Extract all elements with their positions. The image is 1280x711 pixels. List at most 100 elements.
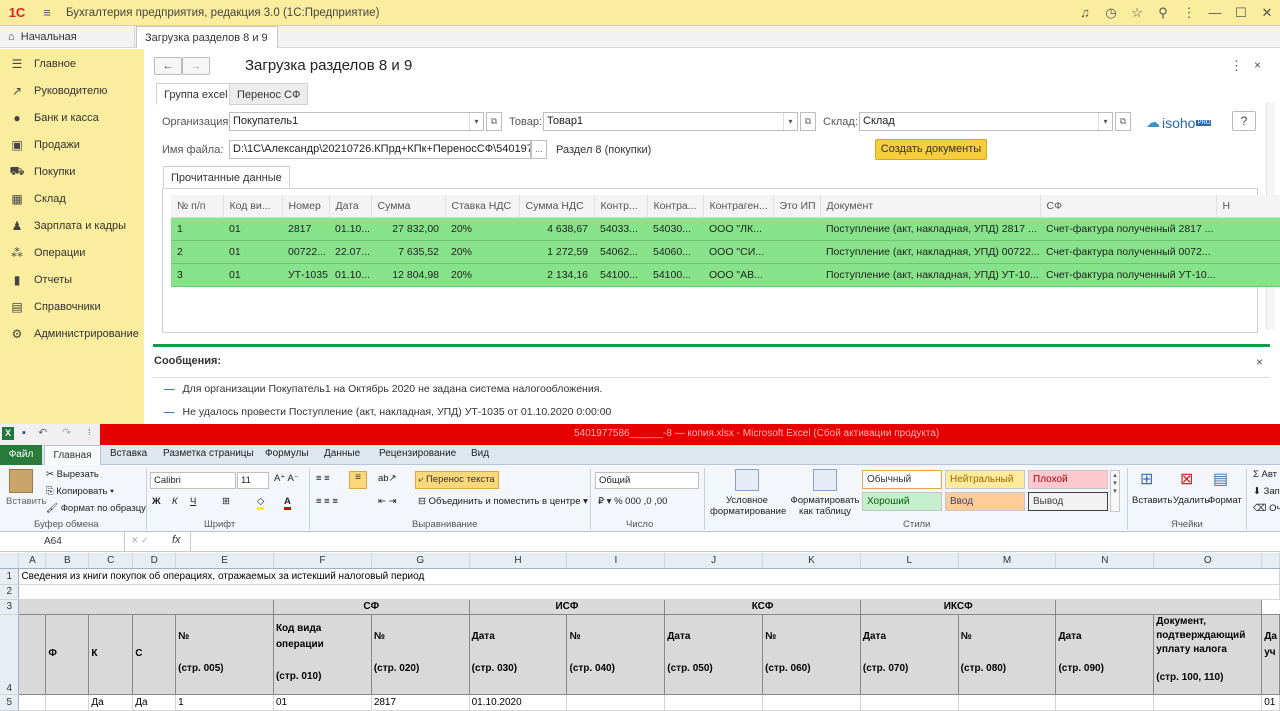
save-icon[interactable]: ▪ [22, 427, 26, 439]
select-all[interactable] [0, 553, 20, 569]
back-button[interactable]: ← [154, 57, 182, 75]
align-left-icon[interactable]: ≡ ≡ ≡ [316, 496, 338, 507]
sidebar-item-admin[interactable]: ⚙ Администрирование [0, 320, 144, 347]
cell[interactable]: 2817 [371, 694, 470, 711]
more-icon[interactable]: ⋮ [1230, 58, 1243, 74]
col-npp[interactable]: № п/п [171, 195, 224, 218]
header-070[interactable]: Дата (стр. 070) [859, 613, 959, 695]
wrap-text-button[interactable]: ⤶ Перенос текста [415, 471, 499, 489]
col-header[interactable]: F [273, 553, 372, 569]
cell[interactable] [18, 598, 274, 615]
cell[interactable] [18, 613, 47, 695]
header-020[interactable]: № (стр. 020) [370, 613, 470, 695]
col-vat-rate[interactable]: Ставка НДС [445, 195, 520, 218]
cell[interactable]: 01 [273, 694, 372, 711]
ribbon-tab-review[interactable]: Рецензирование [379, 448, 456, 459]
style-normal[interactable]: Обычный [862, 470, 942, 489]
col-ip[interactable]: Это ИП [773, 195, 821, 218]
cut-button[interactable]: ✂ Вырезать [46, 469, 99, 480]
open-icon[interactable]: ⧉ [1115, 112, 1131, 131]
cell[interactable] [1153, 694, 1263, 711]
goods-input[interactable]: Товар1 ▾ [543, 112, 798, 131]
create-documents-button[interactable]: Создать документы [875, 139, 987, 160]
ribbon-tab-layout[interactable]: Разметка страницы [163, 448, 254, 459]
format-cells-button[interactable]: Формат [1208, 495, 1242, 506]
ribbon-tab-view[interactable]: Вид [471, 448, 489, 459]
col-n[interactable]: Н [1216, 195, 1280, 218]
styles-scroll[interactable]: ▴ ▾ ▾ [1110, 470, 1120, 512]
sidebar-item-director[interactable]: ↗ Руководителю [0, 77, 144, 104]
sidebar-item-operations[interactable]: ⁂ Операции [0, 239, 144, 266]
cell[interactable] [958, 694, 1057, 711]
col-header[interactable]: K [762, 553, 861, 569]
chevron-down-icon[interactable]: ▾ [783, 113, 797, 130]
tab-read-data[interactable]: Прочитанные данные [163, 166, 290, 188]
bell-icon[interactable]: ♫ [1072, 5, 1098, 20]
cell[interactable] [1055, 694, 1155, 711]
format-painter-button[interactable]: 🖌 Формат по образцу [46, 503, 146, 514]
message-item[interactable]: — Не удалось провести Поступление (акт, н… [164, 406, 611, 418]
font-name-select[interactable]: Calibri [150, 472, 236, 489]
tab-active[interactable]: Загрузка разделов 8 и 9 × [136, 26, 278, 66]
col-header[interactable]: L [860, 553, 959, 569]
browse-button[interactable]: ... [531, 140, 547, 159]
align-bottom-icon[interactable]: ≡ [349, 471, 367, 489]
col-header[interactable]: M [958, 553, 1057, 569]
percent-icon[interactable]: ₽ ▾ % 000 ,0 ,00 [598, 496, 667, 507]
cell[interactable] [762, 694, 861, 711]
open-icon[interactable]: ⧉ [486, 112, 502, 131]
header-050[interactable]: Дата (стр. 050) [664, 613, 764, 695]
col-header[interactable]: G [371, 553, 470, 569]
open-icon[interactable]: ⧉ [800, 112, 816, 131]
fx-icon[interactable]: fx [172, 534, 181, 546]
tab-transfer-sf[interactable]: Перенос СФ [229, 83, 309, 105]
sidebar-item-warehouse[interactable]: ▦ Склад [0, 185, 144, 212]
ribbon-tab-home[interactable]: Главная [44, 445, 101, 466]
col-sf[interactable]: СФ [1040, 195, 1217, 218]
font-color-icon[interactable]: A [284, 496, 291, 510]
header-100[interactable]: Документ, подтверждающий уплату налога (… [1153, 613, 1263, 695]
more-icon[interactable]: ⋮ [1176, 5, 1202, 21]
style-neutral[interactable]: Нейтральный [945, 470, 1025, 489]
cell[interactable] [45, 694, 90, 711]
col-header[interactable]: B [45, 553, 90, 569]
font-grow-icon[interactable]: A⁺ A⁻ [274, 473, 299, 484]
underline-icon[interactable]: Ч [190, 496, 196, 507]
customize-icon[interactable]: ⁞ [88, 427, 91, 437]
tab-home[interactable]: ⌂ Начальная страница [0, 26, 135, 65]
italic-icon[interactable]: К [172, 496, 178, 507]
orientation-icon[interactable]: ab↗ [378, 473, 397, 484]
col-code[interactable]: Код ви... [223, 195, 283, 218]
table-row[interactable]: 3 01 УТ-1035 01.10.... 12 804,98 20% 2 134,16 5… [171, 263, 1280, 287]
org-input[interactable]: Покупатель1 ▾ [229, 112, 484, 131]
sidebar-item-main[interactable]: ☰ Главное [0, 50, 144, 77]
cell[interactable] [664, 694, 764, 711]
ribbon-tab-file[interactable]: Файл [0, 445, 42, 465]
message-item[interactable]: — Для организации Покупатель1 на Октябрь … [164, 383, 602, 395]
cell[interactable] [860, 694, 959, 711]
sidebar-item-bank[interactable]: ● Банк и касса [0, 104, 144, 131]
col-header[interactable]: E [175, 553, 274, 569]
header-f[interactable]: Ф [45, 613, 90, 695]
col-header[interactable]: I [566, 553, 666, 569]
name-box[interactable]: A64 [0, 532, 125, 551]
style-bad[interactable]: Плохой [1028, 470, 1108, 489]
sidebar-item-purchases[interactable]: ⛟ Покупки [0, 158, 144, 185]
sidebar-item-reports[interactable]: ▮ Отчеты [0, 266, 144, 293]
group-isf[interactable]: ИСФ [468, 598, 666, 615]
close-window-icon[interactable]: ✕ [1254, 5, 1280, 21]
insert-cells-button[interactable]: Вставить [1132, 495, 1172, 506]
cell[interactable] [566, 694, 666, 711]
row-header[interactable]: 4 [0, 614, 20, 695]
paste-icon[interactable] [9, 469, 33, 493]
indent-icon[interactable]: ⇤ ⇥ [378, 496, 397, 507]
table-row[interactable]: 1 01 2817 01.10.... 27 832,00 20% 4 638,67 5403… [171, 217, 1280, 241]
fill-color-icon[interactable]: ◇ [257, 496, 265, 510]
sidebar-item-directories[interactable]: ▤ Справочники [0, 293, 144, 320]
font-size-select[interactable]: 11 [237, 472, 269, 489]
borders-icon[interactable]: ⊞ [222, 496, 230, 507]
group-sf[interactable]: СФ [272, 598, 470, 615]
minimize-icon[interactable]: — [1202, 5, 1228, 20]
col-header[interactable]: O [1153, 553, 1263, 569]
cell[interactable]: Да [132, 694, 177, 711]
